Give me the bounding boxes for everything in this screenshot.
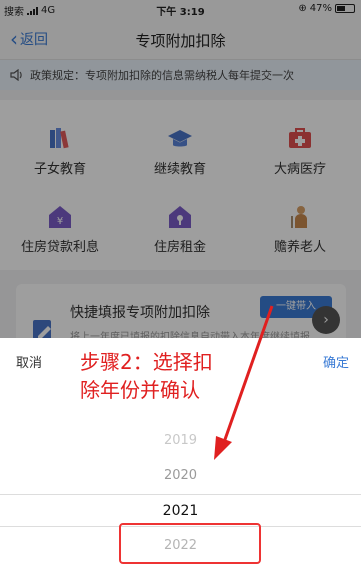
annotation-arrow-icon xyxy=(214,305,274,460)
highlight-box xyxy=(119,523,261,564)
